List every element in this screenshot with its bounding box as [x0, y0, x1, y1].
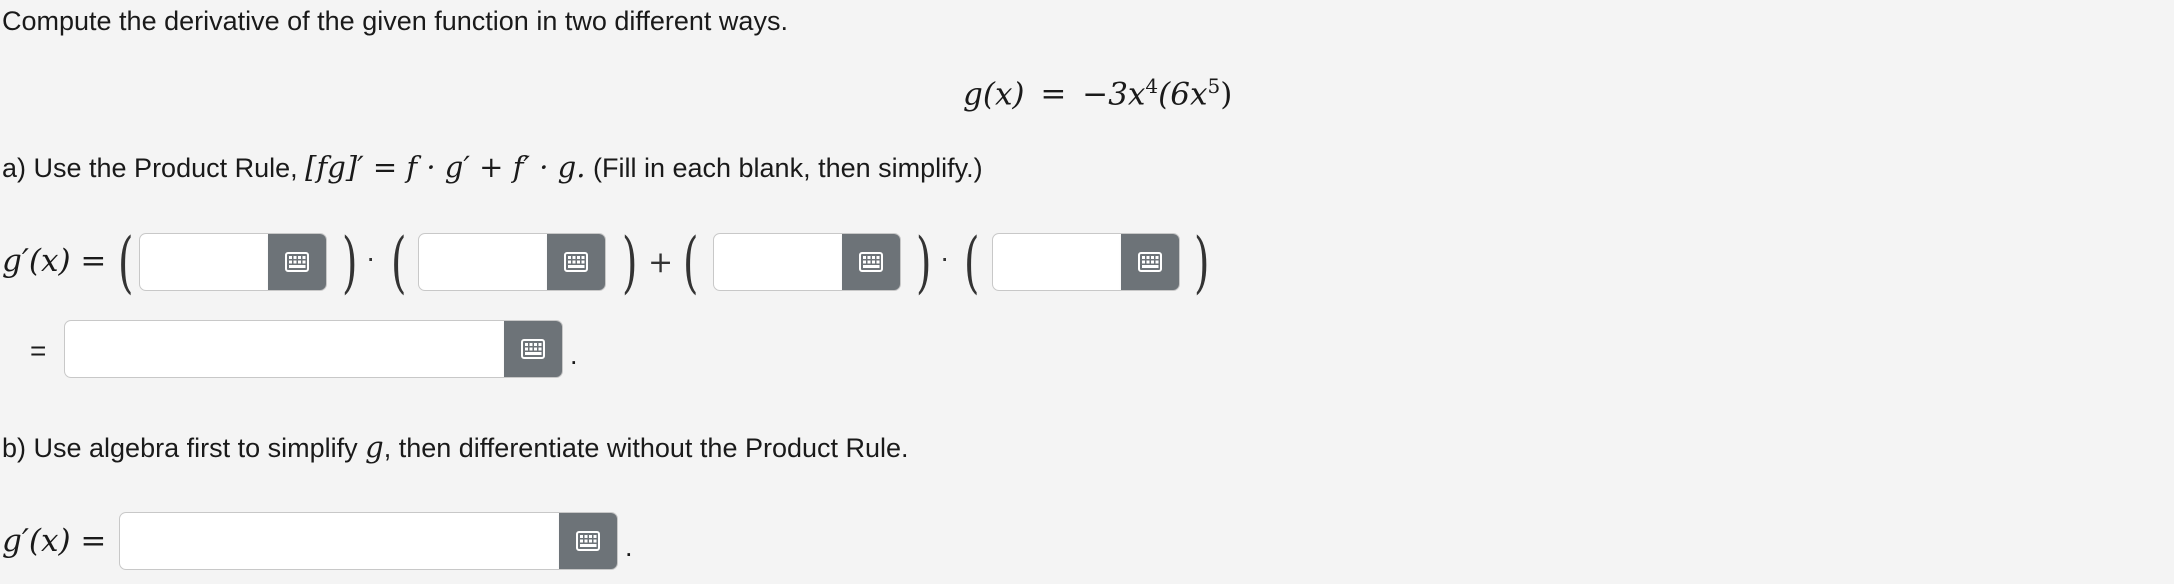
product-rule-formula: [fg]′ = f · g′ + f′ · g.: [305, 150, 586, 184]
part-b-prefix: b) Use algebra first to simplify: [2, 433, 358, 463]
times-1: ·: [366, 242, 376, 273]
given-lhs: g(x): [963, 76, 1025, 113]
simplify-equals: =: [30, 335, 47, 366]
part-b-lhs-text: g′(x) =: [2, 523, 107, 559]
keypad-button-simplified[interactable]: [504, 321, 562, 377]
instruction-text: Compute the derivative of the given func…: [2, 6, 788, 36]
keypad-button-f-prime[interactable]: [842, 234, 900, 290]
answer-input-f-prime[interactable]: [714, 234, 842, 290]
given-exp2: 5: [1207, 74, 1221, 98]
part-a-lhs: g′(x) =: [2, 243, 106, 279]
keypad-icon: [564, 252, 588, 272]
given-equals: =: [1040, 76, 1067, 113]
part-b-var: g: [365, 430, 384, 464]
given-rhs2: (6x: [1158, 76, 1208, 113]
keypad-button-g[interactable]: [1121, 234, 1179, 290]
paren-open-2: (: [391, 224, 407, 301]
given-rhs3: ): [1220, 76, 1233, 113]
keypad-icon: [285, 252, 309, 272]
keypad-icon: [576, 531, 600, 551]
keypad-button-b[interactable]: [559, 513, 617, 569]
part-b-label: b) Use algebra first to simplify g, then…: [2, 430, 909, 465]
part-a-lhs-text: g′(x) =: [2, 243, 107, 279]
keypad-button-f[interactable]: [268, 234, 326, 290]
answer-field-f-prime[interactable]: [713, 233, 901, 291]
paren-close-4: ): [1194, 224, 1210, 301]
answer-field-b[interactable]: [119, 512, 618, 570]
paren-open-1: (: [118, 224, 134, 301]
paren-close-3: ): [916, 224, 932, 301]
answer-input-f[interactable]: [140, 234, 268, 290]
paren-open-3: (: [683, 224, 699, 301]
plus-sign: +: [648, 245, 674, 280]
part-a-prefix: a) Use the Product Rule,: [2, 153, 298, 183]
given-exp1: 4: [1145, 74, 1159, 98]
answer-field-g[interactable]: [992, 233, 1180, 291]
answer-input-simplified[interactable]: [65, 321, 504, 377]
part-b-period: .: [625, 532, 633, 562]
paren-close-2: ): [622, 224, 638, 301]
part-a-label: a) Use the Product Rule, [fg]′ = f · g′ …: [2, 150, 983, 185]
paren-close-1: ): [342, 224, 358, 301]
keypad-icon: [859, 252, 883, 272]
paren-open-4: (: [964, 224, 980, 301]
answer-field-g-prime[interactable]: [418, 233, 606, 291]
keypad-icon: [521, 339, 545, 359]
keypad-icon: [1138, 252, 1162, 272]
part-a-suffix: (Fill in each blank, then simplify.): [592, 153, 983, 183]
times-2: ·: [940, 242, 950, 273]
simplify-period: .: [570, 340, 578, 370]
answer-field-f[interactable]: [139, 233, 327, 291]
part-b-suffix: , then differentiate without the Product…: [383, 433, 909, 463]
keypad-button-g-prime[interactable]: [547, 234, 605, 290]
answer-input-b[interactable]: [120, 513, 559, 569]
given-rhs: −3x: [1082, 76, 1146, 113]
answer-input-g-prime[interactable]: [419, 234, 547, 290]
answer-field-simplified[interactable]: [64, 320, 563, 378]
given-function: g(x) = −3x4(6x5): [963, 74, 1232, 112]
answer-input-g[interactable]: [993, 234, 1121, 290]
part-b-lhs: g′(x) =: [2, 523, 106, 559]
